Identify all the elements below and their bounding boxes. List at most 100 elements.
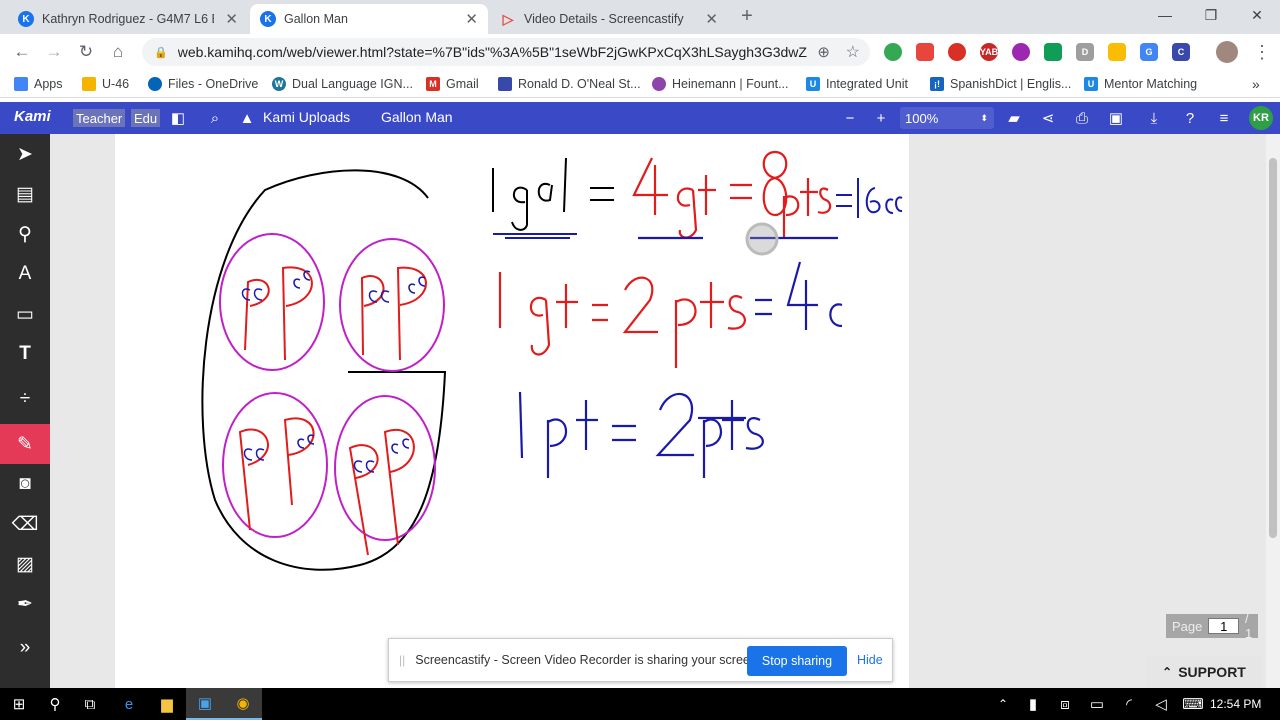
support-button[interactable]: ⌃ SUPPORT — [1146, 656, 1262, 688]
extension-d-icon[interactable]: D — [1076, 43, 1094, 61]
save-icon[interactable]: ▣ — [1106, 108, 1126, 128]
comment-icon[interactable]: ▭ — [0, 294, 50, 334]
select-cursor-icon[interactable]: ➤ — [0, 134, 50, 174]
home-icon[interactable]: ⌂ — [106, 40, 130, 64]
stop-sharing-button[interactable]: Stop sharing — [747, 646, 847, 676]
bookmark-label: Integrated Unit — [826, 77, 908, 91]
extension-megaphone-icon[interactable] — [916, 43, 934, 61]
search-icon[interactable]: ⚲ — [36, 688, 74, 720]
text-highlight-icon[interactable]: A — [0, 254, 50, 294]
url-text: web.kamihq.com/web/viewer.html?state=%7B… — [177, 44, 808, 60]
help-icon[interactable]: ? — [1180, 108, 1200, 128]
extension-globe-icon[interactable] — [884, 43, 902, 61]
document-page[interactable] — [115, 134, 909, 688]
forward-arrow-icon[interactable]: → — [42, 40, 66, 64]
expand-chevrons-icon[interactable]: » — [0, 628, 50, 668]
extension-color-icon[interactable] — [1012, 43, 1030, 61]
document-title: Gallon Man — [381, 109, 453, 125]
reload-icon[interactable]: ↻ — [74, 40, 98, 64]
page-number-input[interactable]: 1 — [1208, 618, 1240, 634]
hide-button[interactable]: Hide — [857, 653, 883, 667]
bookmark-label: SpanishDict | Englis... — [950, 77, 1072, 91]
bookmark-u46[interactable]: U-46 — [82, 75, 129, 93]
zoom-out-icon[interactable]: − — [840, 108, 860, 128]
gallon-outline-stroke — [201, 169, 447, 571]
bookmark-spanishdict[interactable]: ¡! SpanishDict | Englis... — [930, 75, 1071, 93]
tab-label: Video Details - Screencastify — [524, 12, 684, 26]
menu-dots-icon[interactable]: ⋮ — [1250, 40, 1274, 64]
search-icon[interactable]: ⌕ — [205, 108, 225, 128]
dictionary-icon[interactable]: ⚲ — [0, 214, 50, 254]
bookmark-mentor-matching[interactable]: U Mentor Matching — [1084, 75, 1197, 93]
window-close-icon[interactable]: ✕ — [1234, 0, 1280, 30]
back-arrow-icon[interactable]: ← — [10, 40, 34, 64]
chrome-icon[interactable]: ◉ — [224, 688, 262, 720]
remote-desktop-icon[interactable]: ▣ — [186, 688, 224, 720]
add-icon[interactable]: ⊕ — [817, 43, 830, 61]
close-icon[interactable]: ✕ — [225, 10, 238, 28]
hamburger-menu-icon[interactable]: ≡ — [1214, 108, 1234, 128]
browser-toolbar: ← → ↻ ⌂ 🔒 web.kamihq.com/web/viewer.html… — [0, 34, 1280, 70]
tool-sidebar: ➤ ▤ ⚲ A ▭ T ÷ ✎ ◙ ⌫ ▨ ✒ » — [0, 134, 50, 688]
user-avatar[interactable]: KR — [1249, 106, 1273, 130]
heinemann-icon — [652, 77, 666, 91]
equation-icon[interactable]: ÷ — [0, 379, 50, 419]
shapes-icon[interactable]: ◙ — [0, 464, 50, 504]
share-icon[interactable]: ⋖ — [1038, 108, 1058, 128]
sidebar-toggle-icon[interactable]: ◧ — [168, 108, 188, 128]
screen-share-notice: || Screencastify - Screen Video Recorder… — [388, 638, 893, 682]
restore-icon[interactable]: ❐ — [1188, 0, 1234, 30]
extension-c-icon[interactable]: C — [1172, 43, 1190, 61]
tab-video-details[interactable]: ▷ Video Details - Screencastify ✕ — [490, 4, 728, 34]
breadcrumb-root[interactable]: Kami Uploads — [263, 109, 350, 125]
edge-icon[interactable]: e — [110, 688, 148, 720]
task-view-icon[interactable]: ⧉ — [71, 688, 109, 720]
zoom-select[interactable]: 100% ⬍ — [900, 107, 994, 129]
extension-translate-icon[interactable]: G — [1140, 43, 1158, 61]
bookmark-integrated-unit[interactable]: U Integrated Unit — [806, 75, 908, 93]
extension-classroom-icon[interactable] — [1044, 43, 1062, 61]
vertical-scrollbar[interactable] — [1266, 134, 1280, 688]
download-icon[interactable]: ⤓ — [1144, 108, 1164, 128]
close-icon[interactable]: ✕ — [705, 10, 718, 28]
keyboard-icon[interactable]: ⌨ — [1174, 688, 1212, 720]
bookmark-label: Apps — [34, 77, 63, 91]
profile-avatar-icon[interactable] — [1216, 41, 1238, 63]
extension-yab-icon[interactable]: YAB — [980, 43, 998, 61]
extension-drive-icon[interactable] — [1108, 43, 1126, 61]
bookmark-dual-language[interactable]: W Dual Language IGN... — [272, 75, 413, 93]
image-icon[interactable]: ▨ — [0, 544, 50, 584]
page-indicator: Page 1 / 1 — [1166, 611, 1258, 641]
bookmark-ronald-oneal[interactable]: Ronald D. O'Neal St... — [498, 75, 641, 93]
more-bookmarks-icon[interactable]: » — [1252, 75, 1260, 93]
text-tool-icon[interactable]: T — [0, 334, 50, 374]
cup-equation-strokes — [836, 178, 903, 218]
drag-handle-icon[interactable]: || — [399, 653, 405, 667]
signature-icon[interactable]: ✒ — [0, 584, 50, 624]
system-clock[interactable]: 12:54 PM — [1210, 697, 1261, 711]
share-message: Screencastify - Screen Video Recorder is… — [415, 653, 761, 667]
screencastify-icon: ▷ — [502, 10, 514, 27]
bookmark-heinemann[interactable]: Heinemann | Fount... — [652, 75, 789, 93]
bookmark-onedrive[interactable]: Files - OneDrive — [148, 75, 258, 93]
file-explorer-icon[interactable]: ▆ — [148, 688, 186, 720]
tab-gallon-man[interactable]: K Gallon Man ✕ — [250, 4, 488, 34]
bookmark-apps[interactable]: Apps — [14, 75, 63, 93]
address-bar[interactable]: 🔒 web.kamihq.com/web/viewer.html?state=%… — [142, 38, 870, 66]
zoom-in-icon[interactable]: + — [871, 108, 891, 128]
windows-start-icon[interactable]: ⊞ — [0, 688, 38, 720]
close-icon[interactable]: ✕ — [465, 10, 478, 28]
tab-kathryn-rodriguez[interactable]: K Kathryn Rodriguez - G4M7 L6 En ✕ — [8, 4, 248, 34]
folder-icon[interactable]: ▰ — [1004, 108, 1024, 128]
print-icon[interactable]: ⎙ — [1072, 108, 1092, 128]
extension-record-icon[interactable] — [948, 43, 966, 61]
markup-icon[interactable]: ▤ — [0, 174, 50, 214]
star-icon[interactable]: ☆ — [846, 42, 860, 62]
eraser-icon[interactable]: ⌫ — [0, 504, 50, 544]
scrollbar-thumb[interactable] — [1269, 158, 1277, 538]
bookmark-gmail[interactable]: M Gmail — [426, 75, 479, 93]
new-tab-icon[interactable]: + — [735, 4, 759, 28]
pen-drawing-icon[interactable]: ✎ — [0, 424, 50, 464]
minimize-icon[interactable]: — — [1142, 0, 1188, 30]
page-total: / 1 — [1245, 611, 1253, 641]
